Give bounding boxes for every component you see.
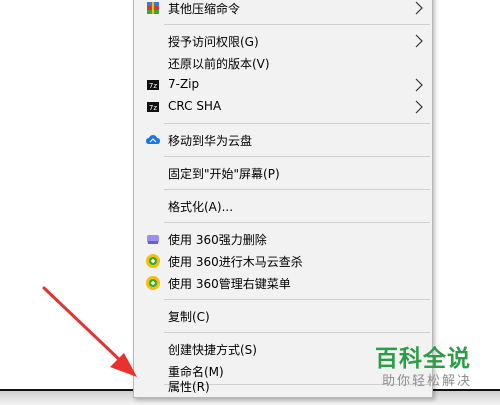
menu-item-grant-access[interactable]: 授予访问权限(G) [135, 30, 432, 52]
chevron-right-icon [415, 78, 423, 92]
menu-separator [164, 123, 430, 124]
menu-item-label: 使用 360强力删除 [168, 233, 267, 247]
menu-separator [164, 222, 430, 223]
menu-item-label: 还原以前的版本(V) [168, 57, 270, 71]
menu-item-label: 其他压缩命令 [168, 2, 241, 16]
360-manage-icon [146, 276, 160, 290]
archive-stack-icon [147, 2, 159, 14]
menu-item-copy[interactable]: 复制(C) [135, 305, 432, 327]
menu-item-label: 格式化(A)... [168, 200, 234, 214]
chevron-right-icon [415, 34, 423, 48]
menu-item-360-trojan-scan[interactable]: 使用 360进行木马云查杀 [135, 250, 432, 272]
menu-item-label: 属性(R) [168, 380, 210, 394]
menu-item-label: 使用 360管理右键菜单 [168, 277, 291, 291]
menu-item-label: 使用 360进行木马云查杀 [168, 255, 303, 269]
menu-item-move-to-huawei-cloud[interactable]: 移动到华为云盘 [135, 129, 432, 151]
svg-text:7z: 7z [149, 104, 157, 112]
menu-item-label: 授予访问权限(G) [168, 35, 259, 49]
watermark-title: 百科全说 [375, 346, 471, 372]
menu-item-label: CRC SHA [168, 99, 222, 113]
menu-item-label: 移动到华为云盘 [168, 134, 253, 148]
menu-separator [164, 299, 430, 300]
menu-item-format[interactable]: 格式化(A)... [135, 195, 432, 217]
menu-item-pin-to-start[interactable]: 固定到"开始"屏幕(P) [135, 162, 432, 184]
menu-item-label: 复制(C) [168, 310, 210, 324]
chevron-right-icon [415, 100, 423, 114]
7zip-icon: 7z [147, 102, 159, 112]
7zip-icon: 7z [147, 80, 159, 90]
menu-item-360-shred[interactable]: 使用 360强力删除 [135, 228, 432, 250]
menu-item-label: 固定到"开始"屏幕(P) [168, 167, 280, 181]
menu-item-label: 创建快捷方式(S) [168, 343, 257, 357]
360-scan-icon [146, 254, 160, 268]
menu-item-360-manage-menu[interactable]: 使用 360管理右键菜单 [135, 272, 432, 294]
360-shred-icon [147, 235, 159, 244]
cloud-icon [146, 135, 160, 144]
menu-separator [164, 189, 430, 190]
watermark: 百科全说 助你轻松解决 [370, 336, 500, 396]
menu-item-restore-versions[interactable]: 还原以前的版本(V) [135, 52, 432, 74]
menu-item-other-compress[interactable]: 其他压缩命令 [135, 0, 432, 19]
menu-separator [164, 24, 430, 25]
menu-separator [164, 332, 430, 333]
svg-text:7z: 7z [149, 82, 157, 90]
menu-item-crc-sha[interactable]: 7z CRC SHA [135, 96, 432, 118]
menu-separator [164, 156, 430, 157]
menu-item-7zip[interactable]: 7z 7-Zip [135, 74, 432, 96]
menu-item-label: 7-Zip [168, 77, 200, 91]
watermark-subtitle: 助你轻松解决 [382, 374, 473, 389]
chevron-right-icon [415, 1, 423, 15]
